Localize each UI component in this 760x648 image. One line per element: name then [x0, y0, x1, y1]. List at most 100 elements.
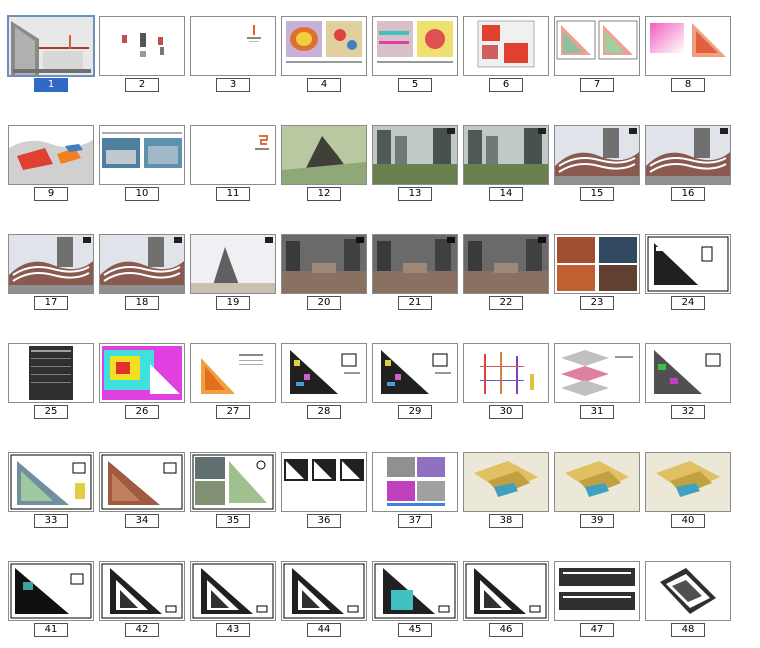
- slide-number-label[interactable]: 29: [398, 405, 432, 419]
- slide-preview-image[interactable]: [554, 561, 640, 621]
- slide-number-label[interactable]: 22: [489, 296, 523, 310]
- slide-thumbnail[interactable]: 41: [8, 561, 94, 648]
- slide-thumbnail[interactable]: 17: [8, 234, 94, 322]
- slide-number-label[interactable]: 17: [34, 296, 68, 310]
- slide-number-label[interactable]: 21: [398, 296, 432, 310]
- slide-preview-image[interactable]: [554, 16, 640, 76]
- slide-preview-image[interactable]: [372, 452, 458, 512]
- slide-preview-image[interactable]: [463, 234, 549, 294]
- slide-thumbnail[interactable]: 27: [190, 343, 276, 431]
- slide-preview-image[interactable]: [463, 343, 549, 403]
- slide-thumbnail[interactable]: 38: [463, 452, 549, 540]
- slide-thumbnail[interactable]: 20: [281, 234, 367, 322]
- slide-thumbnail[interactable]: 5: [372, 16, 458, 104]
- slide-preview-image[interactable]: [554, 234, 640, 294]
- slide-number-label[interactable]: 45: [398, 623, 432, 637]
- slide-preview-image[interactable]: [281, 125, 367, 185]
- slide-preview-image[interactable]: [99, 561, 185, 621]
- slide-thumbnail[interactable]: 4: [281, 16, 367, 104]
- slide-preview-image[interactable]: [99, 125, 185, 185]
- slide-preview-image[interactable]: [645, 234, 731, 294]
- slide-thumbnail[interactable]: 26: [99, 343, 185, 431]
- slide-number-label[interactable]: 25: [34, 405, 68, 419]
- slide-preview-image[interactable]: [281, 16, 367, 76]
- slide-number-label[interactable]: 34: [125, 514, 159, 528]
- slide-preview-image[interactable]: [281, 561, 367, 621]
- slide-thumbnail[interactable]: 29: [372, 343, 458, 431]
- slide-preview-image[interactable]: [190, 234, 276, 294]
- slide-thumbnail[interactable]: 21: [372, 234, 458, 322]
- slide-number-label[interactable]: 26: [125, 405, 159, 419]
- slide-number-label[interactable]: 42: [125, 623, 159, 637]
- slide-thumbnail[interactable]: 39: [554, 452, 640, 540]
- slide-number-label[interactable]: 32: [671, 405, 705, 419]
- slide-preview-image[interactable]: [8, 452, 94, 512]
- slide-thumbnail[interactable]: 35: [190, 452, 276, 540]
- slide-number-label[interactable]: 46: [489, 623, 523, 637]
- slide-preview-image[interactable]: [554, 125, 640, 185]
- slide-preview-image[interactable]: [645, 343, 731, 403]
- slide-number-label[interactable]: 38: [489, 514, 523, 528]
- slide-number-label[interactable]: 23: [580, 296, 614, 310]
- slide-number-label[interactable]: 40: [671, 514, 705, 528]
- slide-thumbnail[interactable]: 36: [281, 452, 367, 540]
- slide-thumbnail[interactable]: 10: [99, 125, 185, 213]
- slide-number-label[interactable]: 20: [307, 296, 341, 310]
- slide-number-label[interactable]: 13: [398, 187, 432, 201]
- slide-preview-image[interactable]: [190, 125, 276, 185]
- slide-preview-image[interactable]: [372, 234, 458, 294]
- slide-thumbnail[interactable]: 48: [645, 561, 731, 648]
- slide-number-label[interactable]: 35: [216, 514, 250, 528]
- slide-thumbnail[interactable]: 34: [99, 452, 185, 540]
- slide-preview-image[interactable]: [281, 234, 367, 294]
- slide-preview-image[interactable]: [8, 234, 94, 294]
- slide-preview-image[interactable]: [281, 343, 367, 403]
- slide-number-label[interactable]: 27: [216, 405, 250, 419]
- slide-preview-image[interactable]: [645, 452, 731, 512]
- slide-number-label[interactable]: 18: [125, 296, 159, 310]
- slide-preview-image[interactable]: [8, 125, 94, 185]
- slide-preview-image[interactable]: [372, 343, 458, 403]
- slide-thumbnail[interactable]: 2: [99, 16, 185, 104]
- slide-preview-image[interactable]: [463, 561, 549, 621]
- slide-number-label[interactable]: 30: [489, 405, 523, 419]
- slide-number-label[interactable]: 16: [671, 187, 705, 201]
- slide-number-label[interactable]: 1: [34, 78, 68, 92]
- slide-preview-image[interactable]: [372, 125, 458, 185]
- slide-thumbnail[interactable]: 46: [463, 561, 549, 648]
- slide-number-label[interactable]: 4: [307, 78, 341, 92]
- slide-thumbnail[interactable]: 16: [645, 125, 731, 213]
- slide-thumbnail[interactable]: 30: [463, 343, 549, 431]
- slide-thumbnail[interactable]: 24: [645, 234, 731, 322]
- slide-number-label[interactable]: 11: [216, 187, 250, 201]
- slide-preview-image[interactable]: [190, 561, 276, 621]
- slide-thumbnail[interactable]: 7: [554, 16, 640, 104]
- slide-preview-image[interactable]: [99, 343, 185, 403]
- slide-thumbnail[interactable]: 6: [463, 16, 549, 104]
- slide-preview-image[interactable]: [645, 16, 731, 76]
- slide-preview-image[interactable]: [190, 343, 276, 403]
- slide-preview-image[interactable]: [7, 15, 95, 77]
- slide-thumbnail[interactable]: 45: [372, 561, 458, 648]
- slide-preview-image[interactable]: [463, 125, 549, 185]
- slide-number-label[interactable]: 9: [34, 187, 68, 201]
- slide-preview-image[interactable]: [463, 452, 549, 512]
- slide-thumbnail[interactable]: 8: [645, 16, 731, 104]
- slide-thumbnail[interactable]: 37: [372, 452, 458, 540]
- slide-thumbnail[interactable]: 3: [190, 16, 276, 104]
- slide-preview-image[interactable]: [99, 16, 185, 76]
- slide-preview-image[interactable]: [463, 16, 549, 76]
- slide-thumbnail[interactable]: 47: [554, 561, 640, 648]
- slide-thumbnail[interactable]: 13: [372, 125, 458, 213]
- slide-preview-image[interactable]: [554, 343, 640, 403]
- slide-thumbnail[interactable]: 18: [99, 234, 185, 322]
- slide-number-label[interactable]: 36: [307, 514, 341, 528]
- slide-thumbnail[interactable]: 19: [190, 234, 276, 322]
- slide-preview-image[interactable]: [8, 343, 94, 403]
- slide-number-label[interactable]: 14: [489, 187, 523, 201]
- slide-number-label[interactable]: 31: [580, 405, 614, 419]
- slide-number-label[interactable]: 7: [580, 78, 614, 92]
- slide-preview-image[interactable]: [190, 16, 276, 76]
- slide-thumbnail[interactable]: 1: [7, 15, 95, 104]
- slide-thumbnail[interactable]: 23: [554, 234, 640, 322]
